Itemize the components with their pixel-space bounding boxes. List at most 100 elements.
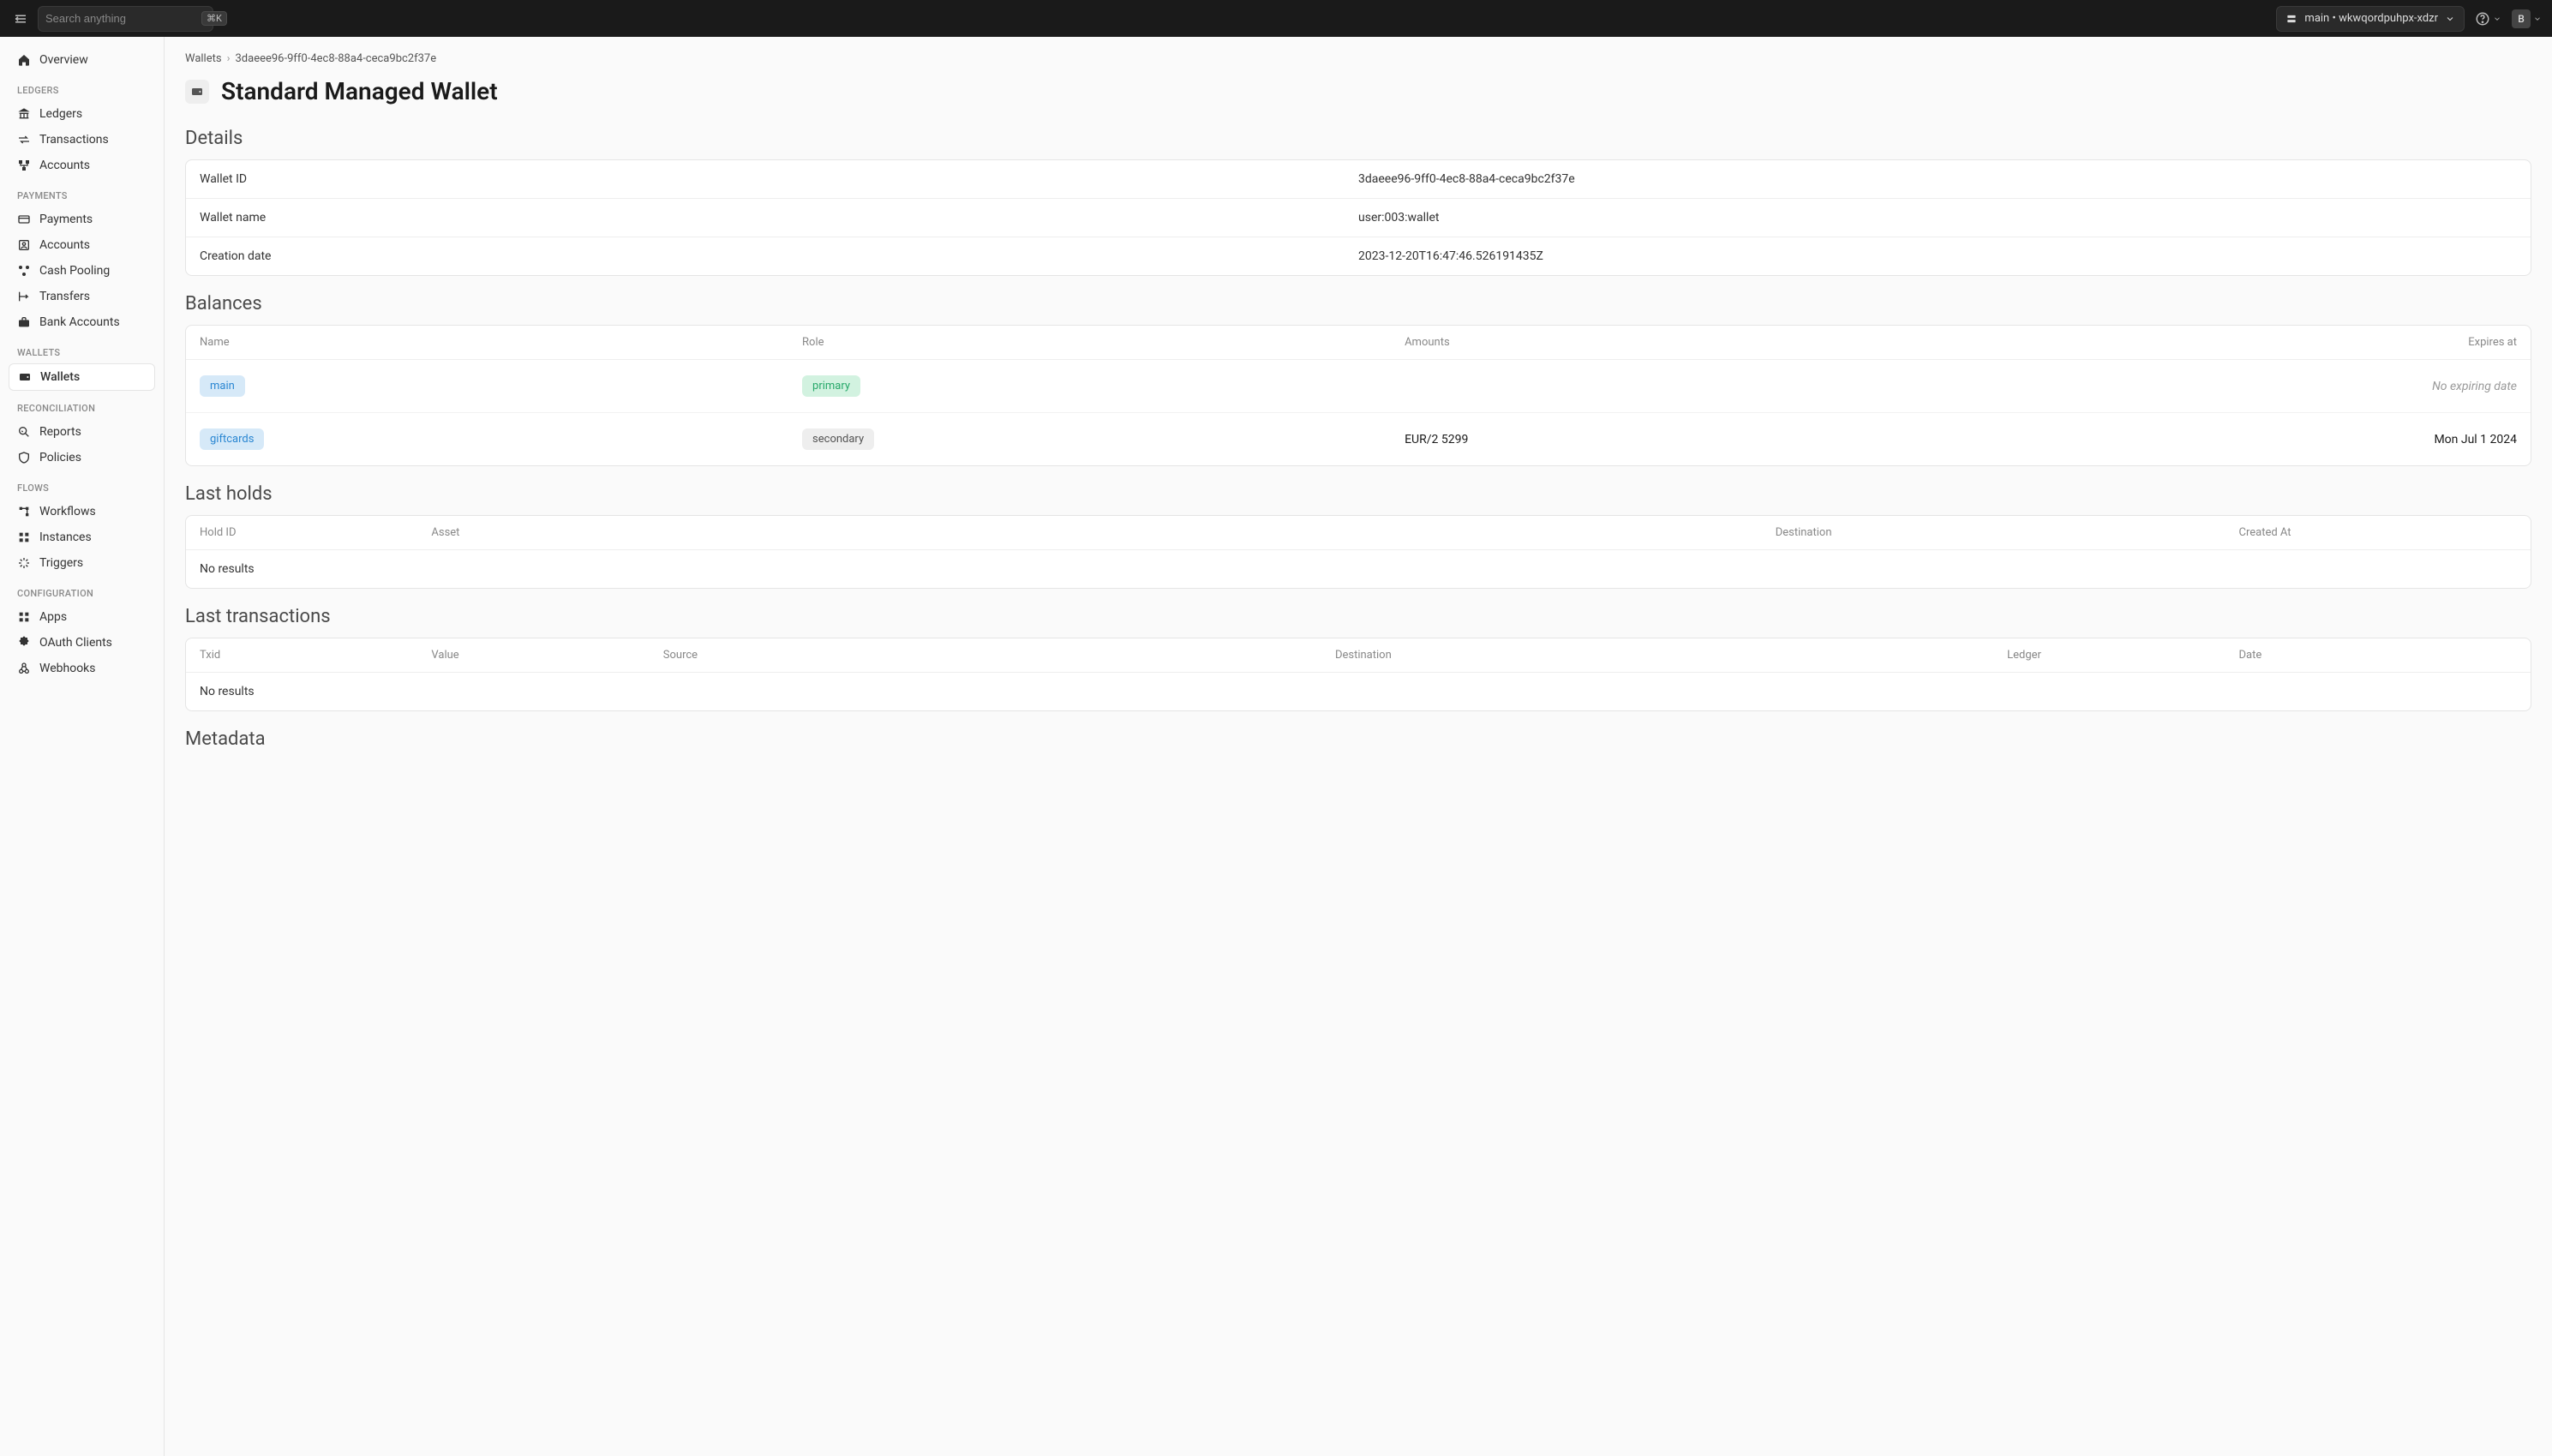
sidebar-item-label: Transactions bbox=[39, 133, 109, 147]
balance-row[interactable]: giftcards secondary EUR/2 5299 Mon Jul 1… bbox=[186, 413, 2531, 465]
detail-value: user:003:wallet bbox=[1358, 211, 2517, 225]
sidebar-item-webhooks[interactable]: Webhooks bbox=[9, 656, 155, 681]
sidebar-item-ledgers[interactable]: Ledgers bbox=[9, 101, 155, 127]
balance-row[interactable]: main primary No expiring date bbox=[186, 360, 2531, 413]
sidebar-item-reports[interactable]: Reports bbox=[9, 419, 155, 445]
sidebar-item-label: Payments bbox=[39, 213, 93, 226]
detail-label: Wallet ID bbox=[200, 172, 1358, 186]
sidebar-item-policies[interactable]: Policies bbox=[9, 445, 155, 470]
sidebar-item-label: Accounts bbox=[39, 159, 90, 172]
shield-icon bbox=[17, 451, 31, 464]
sidebar-item-transactions[interactable]: Transactions bbox=[9, 127, 155, 153]
section-heading-transactions: Last transactions bbox=[185, 606, 2531, 627]
detail-creation-date: Creation date 2023-12-20T16:47:46.526191… bbox=[186, 237, 2531, 275]
stack-icon bbox=[2285, 13, 2297, 25]
page-title: Standard Managed Wallet bbox=[221, 77, 498, 105]
table-header: Txid Value Source Destination Ledger Dat… bbox=[186, 638, 2531, 673]
sidebar-item-triggers[interactable]: Triggers bbox=[9, 550, 155, 576]
search-input[interactable] bbox=[45, 12, 196, 25]
detail-label: Wallet name bbox=[200, 211, 1358, 225]
col-header-role: Role bbox=[802, 336, 1405, 349]
sidebar-item-oauth-clients[interactable]: OAuth Clients bbox=[9, 630, 155, 656]
section-heading-details: Details bbox=[185, 128, 2531, 149]
sidebar-heading-wallets: WALLETS bbox=[9, 335, 155, 363]
menu-toggle-button[interactable] bbox=[10, 9, 31, 29]
col-header-txid: Txid bbox=[200, 649, 431, 662]
sidebar-item-cash-pooling[interactable]: Cash Pooling bbox=[9, 258, 155, 284]
flow-icon bbox=[17, 505, 31, 518]
environment-label: main • wkwqordpuhpx-xdzr bbox=[2304, 12, 2438, 25]
sidebar-item-payment-accounts[interactable]: Accounts bbox=[9, 232, 155, 258]
account-box-icon bbox=[17, 238, 31, 252]
sidebar: Overview LEDGERS Ledgers Transactions Ac… bbox=[0, 37, 165, 1456]
wallet-icon bbox=[18, 370, 32, 384]
card-icon bbox=[17, 213, 31, 226]
search-field[interactable]: ⌘K bbox=[38, 6, 213, 32]
sidebar-item-bank-accounts[interactable]: Bank Accounts bbox=[9, 309, 155, 335]
webhook-icon bbox=[17, 662, 31, 675]
bank-icon bbox=[17, 107, 31, 121]
menu-collapse-icon bbox=[13, 11, 28, 27]
help-button[interactable] bbox=[2471, 11, 2505, 27]
sidebar-heading-reconciliation: RECONCILIATION bbox=[9, 391, 155, 419]
sidebar-item-workflows[interactable]: Workflows bbox=[9, 499, 155, 524]
col-header-destination: Destination bbox=[1776, 526, 2239, 539]
sidebar-item-label: Wallets bbox=[40, 370, 80, 384]
grid-icon bbox=[17, 530, 31, 544]
tree-icon bbox=[17, 159, 31, 172]
balance-name-cell: main bbox=[200, 375, 802, 397]
sidebar-item-label: Webhooks bbox=[39, 662, 96, 675]
sidebar-item-label: Bank Accounts bbox=[39, 315, 120, 329]
sidebar-item-label: Accounts bbox=[39, 238, 90, 252]
sidebar-heading-configuration: CONFIGURATION bbox=[9, 576, 155, 604]
col-header-date: Date bbox=[2238, 649, 2517, 662]
sidebar-heading-flows: FLOWS bbox=[9, 470, 155, 499]
sidebar-item-label: Instances bbox=[39, 530, 92, 544]
holds-table: Hold ID Asset Destination Created At No … bbox=[185, 515, 2531, 589]
search-doc-icon bbox=[17, 425, 31, 439]
sidebar-item-apps[interactable]: Apps bbox=[9, 604, 155, 630]
sidebar-item-label: Triggers bbox=[39, 556, 83, 570]
balance-role-chip: primary bbox=[802, 375, 860, 397]
sidebar-item-wallets[interactable]: Wallets bbox=[9, 363, 155, 391]
sidebar-item-label: Apps bbox=[39, 610, 67, 624]
main-content: Wallets › 3daeee96-9ff0-4ec8-88a4-ceca9b… bbox=[165, 37, 2552, 1456]
wallet-icon bbox=[185, 80, 209, 104]
balance-role-cell: secondary bbox=[802, 428, 1405, 450]
details-card: Wallet ID 3daeee96-9ff0-4ec8-88a4-ceca9b… bbox=[185, 159, 2531, 276]
sidebar-item-instances[interactable]: Instances bbox=[9, 524, 155, 550]
col-header-value: Value bbox=[431, 649, 662, 662]
balance-expires-cell: No expiring date bbox=[2100, 380, 2517, 393]
topbar: ⌘K main • wkwqordpuhpx-xdzr B bbox=[0, 0, 2552, 37]
sidebar-item-transfers[interactable]: Transfers bbox=[9, 284, 155, 309]
sidebar-item-ledger-accounts[interactable]: Accounts bbox=[9, 153, 155, 178]
col-header-ledger: Ledger bbox=[2007, 649, 2238, 662]
table-header: Hold ID Asset Destination Created At bbox=[186, 516, 2531, 550]
balances-table: Name Role Amounts Expires at main primar… bbox=[185, 325, 2531, 466]
briefcase-icon bbox=[17, 315, 31, 329]
sidebar-item-payments[interactable]: Payments bbox=[9, 207, 155, 232]
balance-amounts-cell: EUR/2 5299 bbox=[1405, 433, 2100, 446]
sidebar-item-label: Overview bbox=[39, 53, 88, 67]
balance-role-cell: primary bbox=[802, 375, 1405, 397]
col-header-source: Source bbox=[663, 649, 1335, 662]
col-header-hold-id: Hold ID bbox=[200, 526, 431, 539]
sidebar-item-label: Workflows bbox=[39, 505, 96, 518]
breadcrumb-separator: › bbox=[227, 52, 231, 65]
sidebar-heading-ledgers: LEDGERS bbox=[9, 73, 155, 101]
puzzle-icon bbox=[17, 636, 31, 650]
transactions-table: Txid Value Source Destination Ledger Dat… bbox=[185, 638, 2531, 711]
table-header: Name Role Amounts Expires at bbox=[186, 326, 2531, 360]
swap-icon bbox=[17, 133, 31, 147]
environment-selector[interactable]: main • wkwqordpuhpx-xdzr bbox=[2276, 6, 2465, 32]
detail-value: 3daeee96-9ff0-4ec8-88a4-ceca9bc2f37e bbox=[1358, 172, 2517, 186]
breadcrumb-root[interactable]: Wallets bbox=[185, 52, 222, 65]
avatar: B bbox=[2512, 9, 2531, 28]
spark-icon bbox=[17, 556, 31, 570]
sidebar-item-overview[interactable]: Overview bbox=[9, 47, 155, 73]
account-menu-button[interactable]: B bbox=[2512, 9, 2542, 28]
col-header-amounts: Amounts bbox=[1405, 336, 2100, 349]
balance-expires-cell: Mon Jul 1 2024 bbox=[2100, 433, 2517, 446]
balance-name-chip: main bbox=[200, 375, 245, 397]
breadcrumb: Wallets › 3daeee96-9ff0-4ec8-88a4-ceca9b… bbox=[185, 52, 2531, 65]
